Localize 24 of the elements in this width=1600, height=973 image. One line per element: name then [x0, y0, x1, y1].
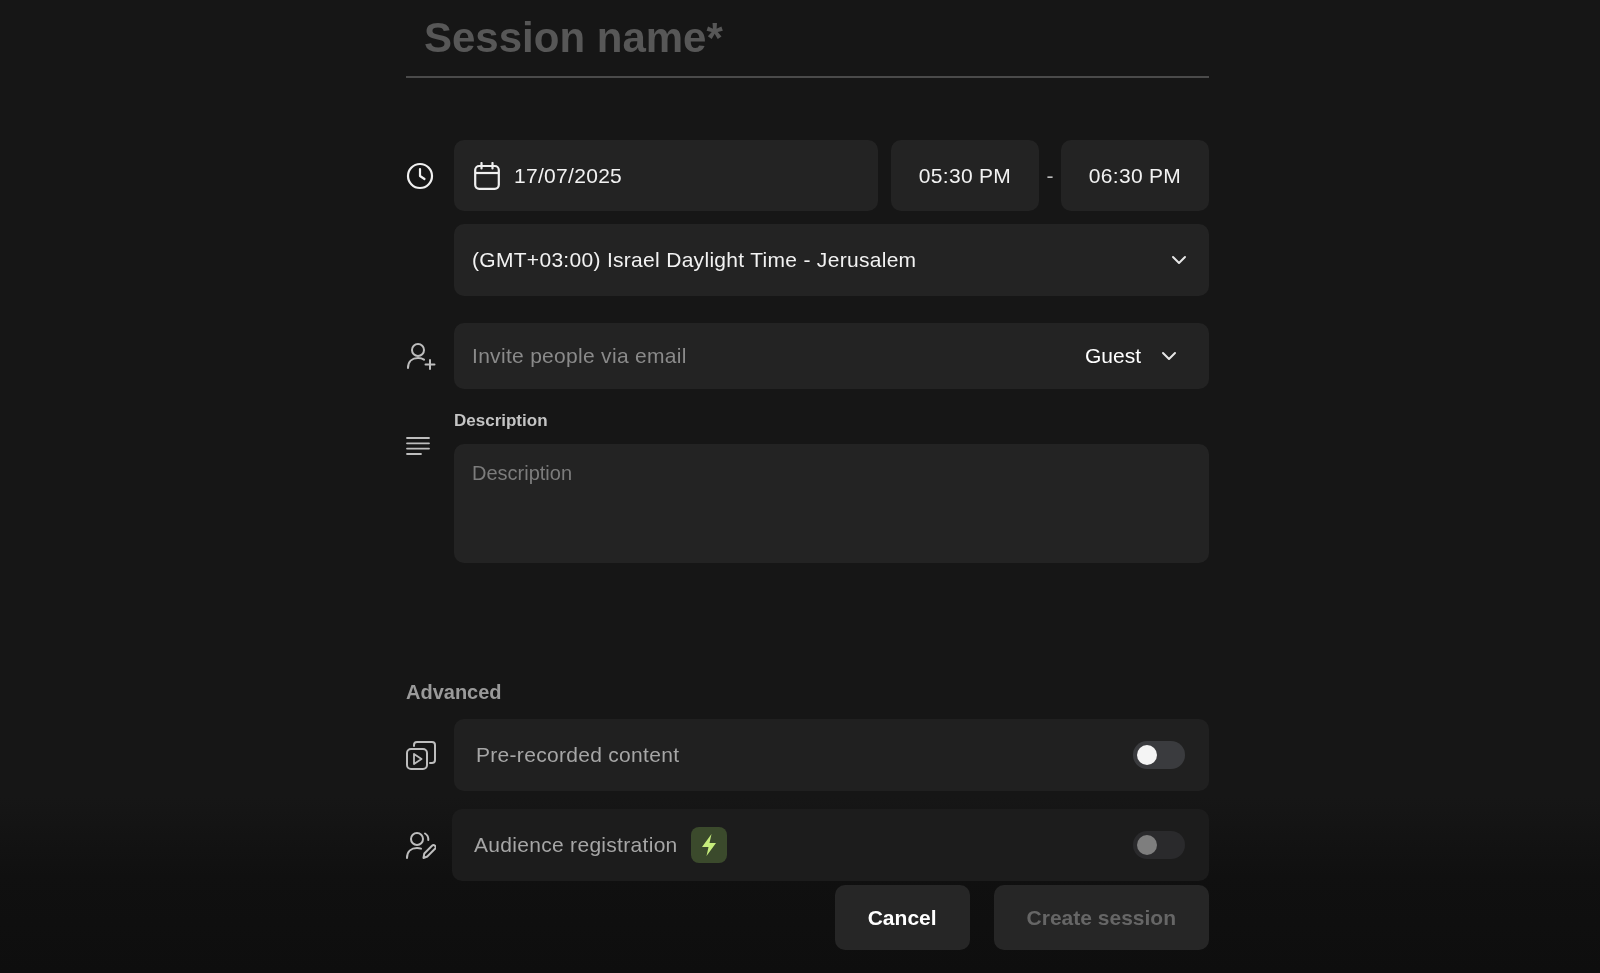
- user-plus-icon: [406, 342, 436, 370]
- date-field[interactable]: 17/07/2025: [454, 140, 878, 211]
- calendar-icon: [474, 161, 500, 190]
- role-dropdown[interactable]: Guest: [1066, 323, 1209, 389]
- lightning-icon: [690, 827, 727, 863]
- session-name-field[interactable]: Session name*: [406, 0, 1209, 78]
- description-field[interactable]: Description: [454, 444, 1209, 563]
- description-label: Description: [454, 411, 549, 431]
- start-time-field[interactable]: 05:30 PM: [891, 140, 1039, 211]
- end-time-field[interactable]: 06:30 PM: [1061, 140, 1209, 211]
- option-label: Audience registration: [474, 832, 678, 859]
- toggle-switch[interactable]: [1133, 741, 1185, 769]
- user-edit-icon: [406, 830, 436, 860]
- cancel-button[interactable]: Cancel: [834, 885, 970, 950]
- text-lines-icon: [406, 437, 430, 455]
- option-label: Pre-recorded content: [476, 742, 680, 769]
- clock-icon: [406, 161, 434, 190]
- time-separator: -: [1045, 162, 1055, 189]
- email-field[interactable]: Invite people via email: [454, 323, 1067, 389]
- section-heading: Advanced: [406, 680, 503, 704]
- video-stack-icon: [406, 740, 436, 770]
- chevron-down-icon: [1161, 351, 1177, 361]
- chevron-down-icon: [1171, 255, 1187, 265]
- timezone-select[interactable]: (GMT+03:00) Israel Daylight Time - Jerusalem: [454, 224, 1209, 296]
